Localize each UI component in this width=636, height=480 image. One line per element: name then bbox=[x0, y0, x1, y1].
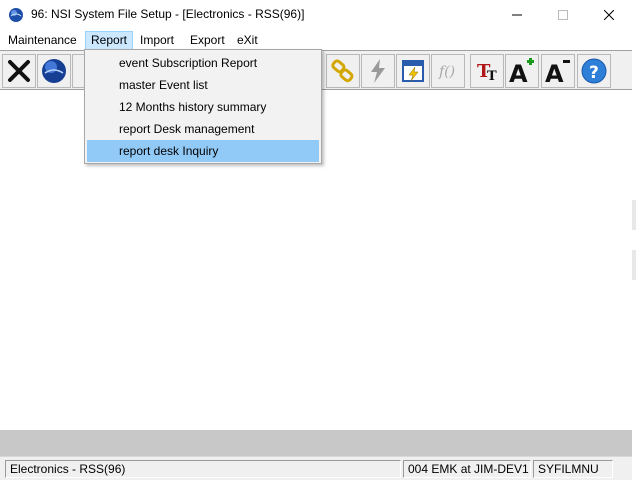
toolbar-function-button[interactable]: f() bbox=[431, 54, 465, 88]
svg-text:?: ? bbox=[589, 63, 599, 83]
maximize-icon bbox=[558, 10, 568, 20]
font-size-icon: T T bbox=[477, 61, 497, 83]
close-icon bbox=[604, 10, 614, 20]
toolbar-font-decrease-button[interactable]: A bbox=[541, 54, 575, 88]
exit-x-icon bbox=[8, 60, 30, 82]
toolbar-schedule-button[interactable] bbox=[396, 54, 430, 88]
chain-link-icon bbox=[331, 59, 354, 83]
desktop-edge bbox=[632, 200, 636, 230]
app-globe-icon bbox=[9, 8, 23, 22]
toolbar-exit-button[interactable] bbox=[2, 54, 36, 88]
toolbar-font-button[interactable]: T T bbox=[470, 54, 504, 88]
menu-item-master-event-list[interactable]: master Event list bbox=[87, 74, 319, 96]
menu-item-event-subscription-report[interactable]: event Subscription Report bbox=[87, 52, 319, 74]
toolbar-font-increase-button[interactable]: A bbox=[505, 54, 539, 88]
toolbar-help-button[interactable]: ? bbox=[577, 54, 611, 88]
toolbar-link-button[interactable] bbox=[326, 54, 360, 88]
menu-bar: Maintenance Report Import Export eXit bbox=[0, 30, 632, 50]
bottom-band bbox=[0, 430, 632, 456]
svg-text:f(): f() bbox=[438, 64, 455, 80]
toolbar-partial-button[interactable] bbox=[72, 54, 84, 88]
svg-text:A: A bbox=[545, 60, 564, 85]
menu-export[interactable]: Export bbox=[185, 31, 230, 50]
calendar-lightning-icon bbox=[402, 60, 424, 82]
function-icon: f() bbox=[438, 64, 455, 80]
minimize-button[interactable] bbox=[494, 0, 540, 30]
svg-text:T: T bbox=[487, 69, 497, 83]
menu-item-12-months-history-summary[interactable]: 12 Months history summary bbox=[87, 96, 319, 118]
desktop-edge bbox=[632, 250, 636, 280]
toolbar-lightning-button[interactable] bbox=[361, 54, 395, 88]
status-bar: Electronics - RSS(96) 004 EMK at JIM-DEV… bbox=[0, 456, 632, 480]
font-decrease-icon: A bbox=[545, 60, 570, 85]
menu-exit[interactable]: eXit bbox=[232, 31, 263, 50]
close-button[interactable] bbox=[586, 0, 632, 30]
status-user-host: 004 EMK at JIM-DEV1 bbox=[403, 460, 531, 478]
globe-icon bbox=[42, 59, 66, 83]
toolbar-globe-button[interactable] bbox=[37, 54, 71, 88]
status-company: Electronics - RSS(96) bbox=[5, 460, 401, 478]
title-bar: 96: NSI System File Setup - [Electronics… bbox=[0, 0, 632, 30]
lightning-icon bbox=[371, 59, 385, 83]
status-program: SYFILMNU bbox=[533, 460, 613, 478]
help-icon: ? bbox=[581, 58, 607, 84]
menu-item-report-desk-inquiry[interactable]: report desk Inquiry bbox=[87, 140, 319, 162]
svg-text:A: A bbox=[509, 60, 528, 85]
report-menu-dropdown: event Subscription Report master Event l… bbox=[84, 49, 322, 164]
maximize-button[interactable] bbox=[540, 0, 586, 30]
application-window: 96: NSI System File Setup - [Electronics… bbox=[0, 0, 632, 480]
menu-maintenance[interactable]: Maintenance bbox=[3, 31, 82, 50]
menu-item-report-desk-management[interactable]: report Desk management bbox=[87, 118, 319, 140]
menu-import[interactable]: Import bbox=[135, 31, 179, 50]
font-increase-icon: A bbox=[509, 58, 534, 85]
minimize-icon bbox=[512, 14, 522, 16]
window-title: 96: NSI System File Setup - [Electronics… bbox=[31, 7, 305, 21]
menu-report[interactable]: Report bbox=[85, 31, 134, 50]
